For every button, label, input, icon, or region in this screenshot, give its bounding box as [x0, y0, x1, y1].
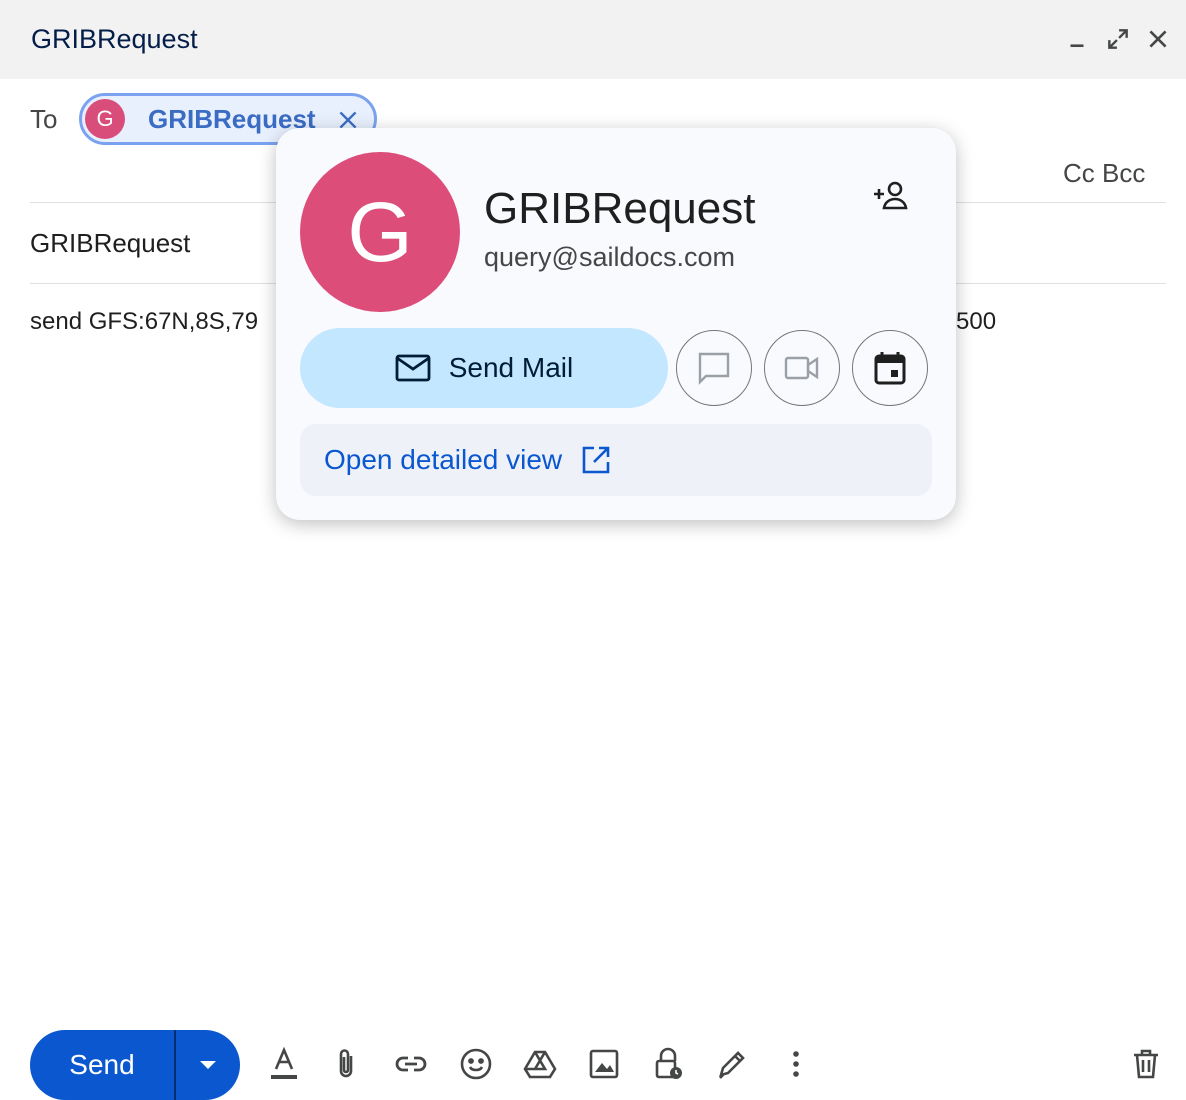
trash-icon — [1134, 1049, 1158, 1079]
send-mail-button[interactable]: Send Mail — [300, 328, 668, 408]
contact-avatar: G — [300, 152, 460, 312]
more-options-icon — [793, 1051, 799, 1077]
confidential-mode-button[interactable] — [648, 1044, 688, 1084]
link-icon — [395, 1056, 427, 1072]
add-person-icon — [874, 181, 908, 210]
chip-avatar: G — [85, 99, 125, 139]
subject-field[interactable]: GRIBRequest — [30, 228, 190, 259]
send-button[interactable]: Send — [30, 1030, 174, 1100]
photo-icon — [589, 1049, 619, 1079]
insert-link-button[interactable] — [391, 1044, 431, 1084]
close-button[interactable] — [1143, 24, 1173, 54]
insert-drive-button[interactable] — [520, 1044, 560, 1084]
text-format-icon — [271, 1047, 297, 1079]
compose-title-bar: GRIBRequest — [0, 0, 1186, 79]
calendar-icon — [874, 352, 906, 385]
drive-icon — [523, 1050, 557, 1079]
open-in-new-icon — [582, 446, 610, 474]
video-call-button[interactable] — [764, 330, 840, 406]
compose-title: GRIBRequest — [31, 24, 198, 54]
chat-button[interactable] — [676, 330, 752, 406]
chat-icon — [698, 352, 730, 385]
open-detailed-view-link[interactable]: Open detailed view — [300, 424, 932, 496]
body-text-right: 500 — [956, 308, 997, 335]
formatting-options-button[interactable] — [264, 1044, 304, 1084]
contact-name: GRIBRequest — [484, 184, 756, 233]
body-text-left: send GFS:67N,8S,79 — [30, 308, 259, 335]
contact-email: query@saildocs.com — [484, 242, 736, 272]
discard-draft-button[interactable] — [1126, 1044, 1166, 1084]
dropdown-arrow-icon — [200, 1061, 216, 1069]
add-contact-button[interactable] — [870, 174, 912, 216]
close-icon — [1149, 30, 1167, 48]
minimize-button[interactable] — [1062, 24, 1092, 54]
attach-icon — [339, 1049, 353, 1078]
video-camera-icon — [784, 356, 819, 380]
attach-files-button[interactable] — [326, 1044, 366, 1084]
minimize-icon — [1070, 44, 1084, 48]
to-label: To — [30, 104, 58, 134]
confidential-icon — [655, 1047, 682, 1079]
contact-card-popup: G GRIBRequest query@saildocs.com Send Ma… — [276, 128, 956, 520]
send-options-button[interactable] — [176, 1030, 240, 1100]
expand-icon — [1108, 29, 1128, 49]
send-button-group: Send — [30, 1030, 240, 1100]
more-options-button[interactable] — [776, 1044, 816, 1084]
emoji-icon — [460, 1048, 492, 1080]
mail-icon — [395, 354, 431, 382]
insert-emoji-button[interactable] — [456, 1044, 496, 1084]
expand-button[interactable] — [1103, 24, 1133, 54]
cc-bcc-link[interactable]: Cc Bcc — [1063, 158, 1145, 189]
insert-photo-button[interactable] — [584, 1044, 624, 1084]
open-detailed-view-label: Open detailed view — [324, 444, 563, 475]
insert-signature-button[interactable] — [712, 1044, 752, 1084]
signature-icon — [719, 1051, 745, 1079]
schedule-event-button[interactable] — [852, 330, 928, 406]
send-mail-label: Send Mail — [448, 352, 574, 383]
